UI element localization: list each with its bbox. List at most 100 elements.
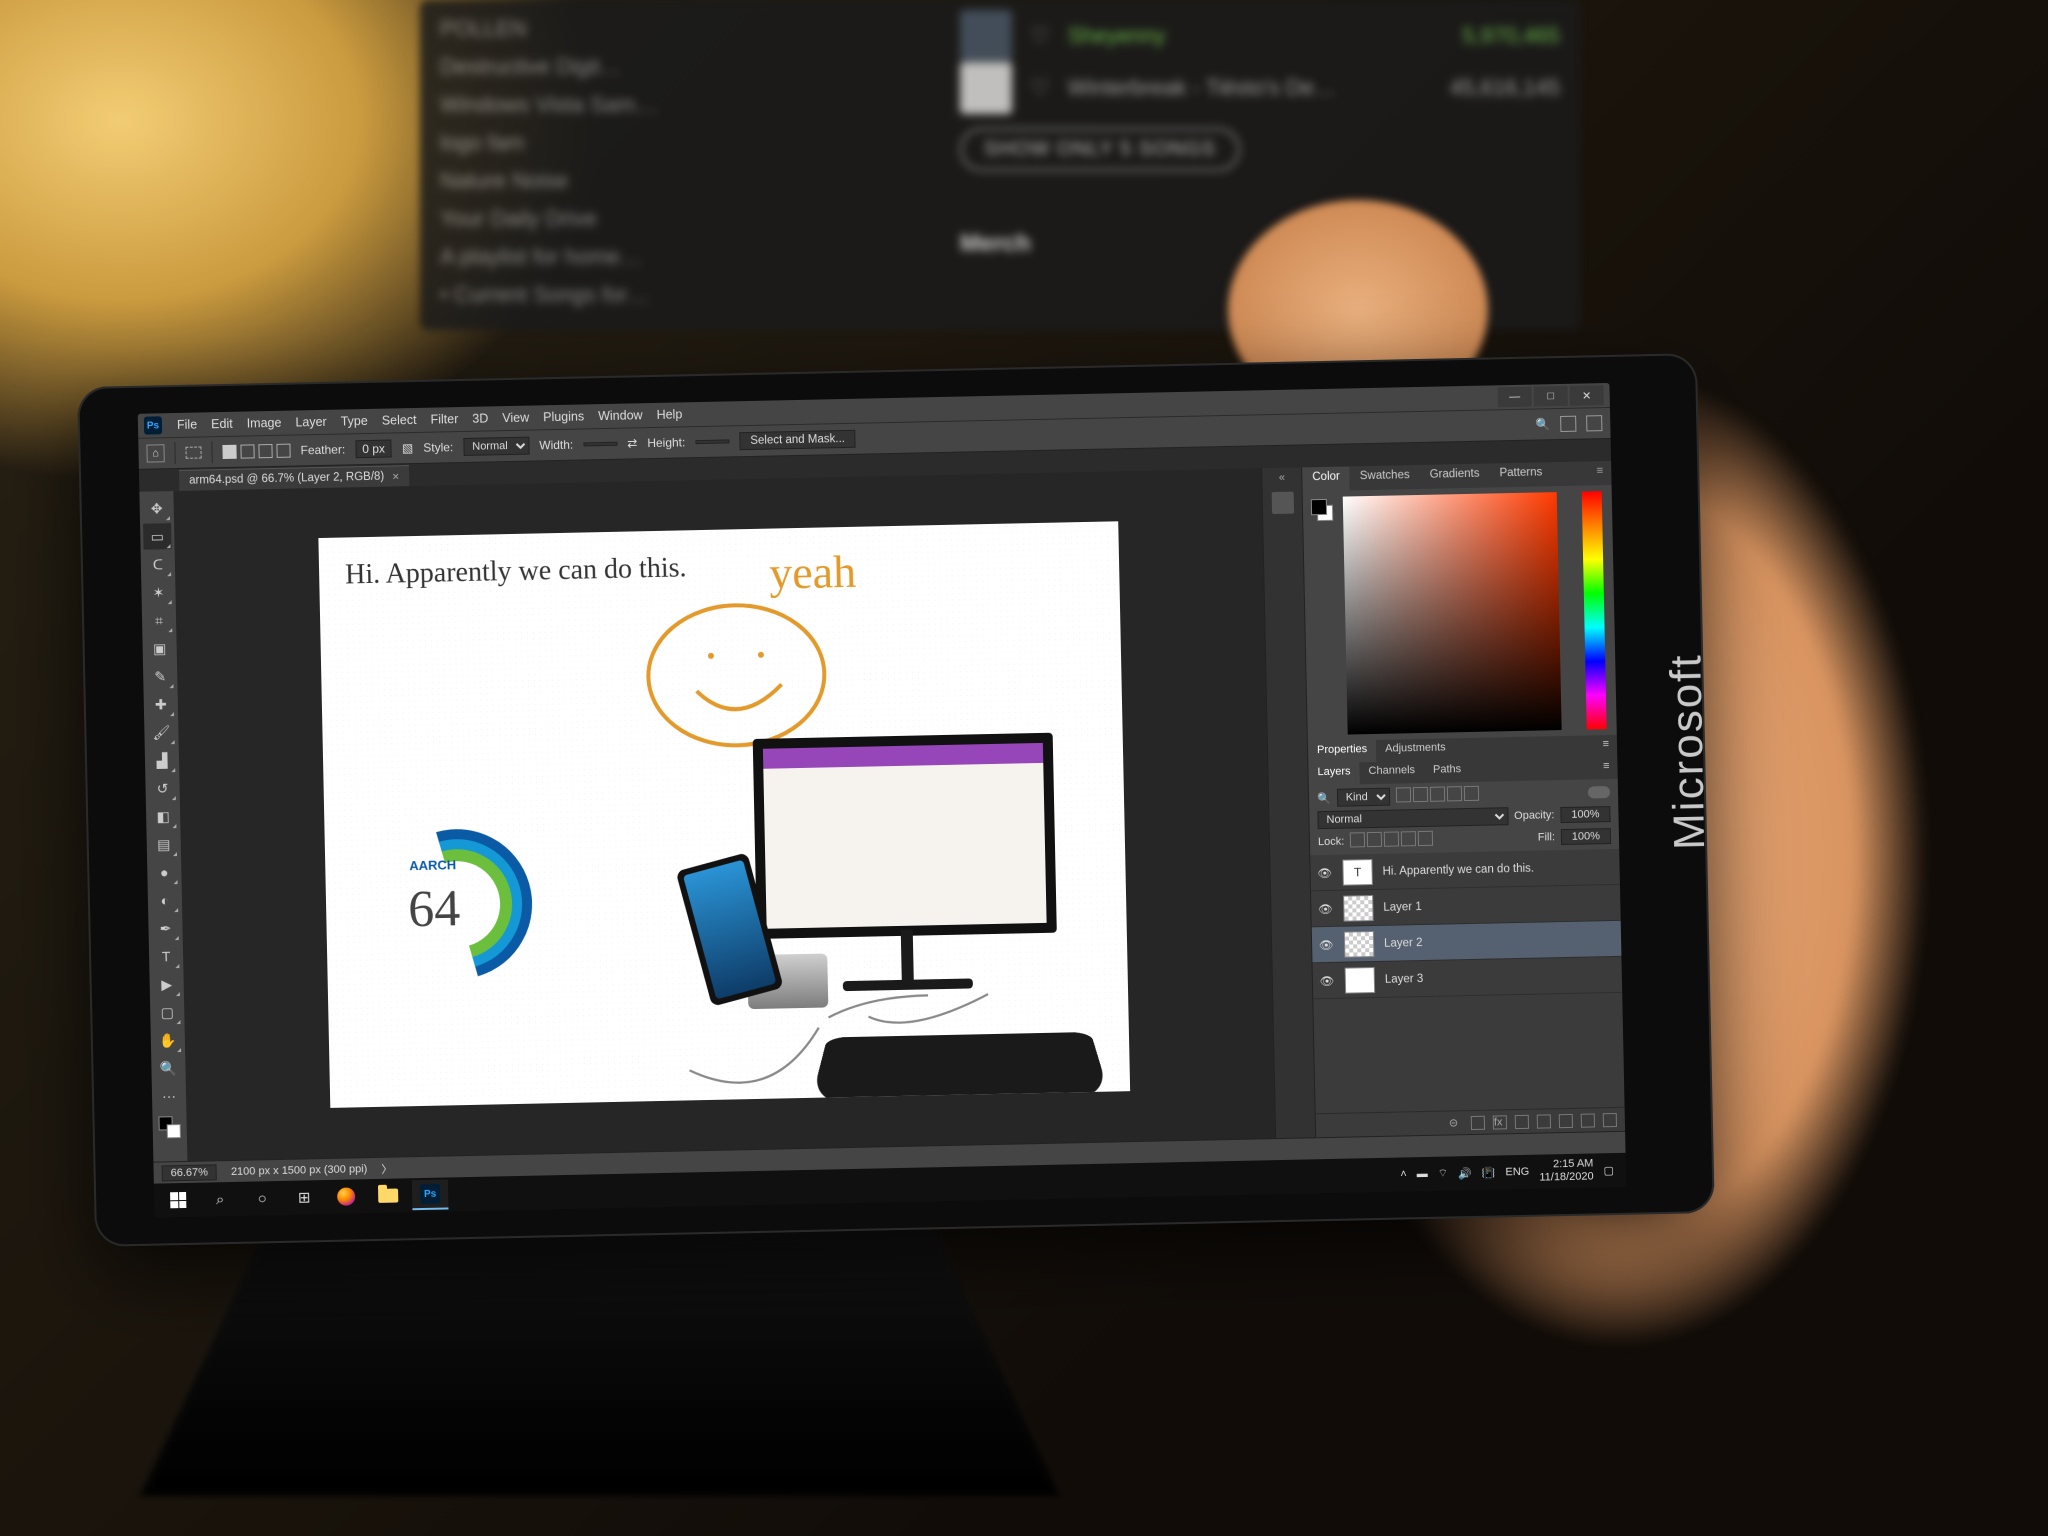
tab-paths[interactable]: Paths <box>1424 760 1471 783</box>
menu-filter[interactable]: Filter <box>423 412 465 427</box>
file-explorer-icon[interactable] <box>370 1180 407 1211</box>
document-canvas[interactable]: Hi. Apparently we can do this. yeah AARC… <box>318 521 1130 1108</box>
marquee-tool-indicator[interactable] <box>185 446 201 458</box>
opacity-input[interactable]: 100% <box>1560 806 1610 823</box>
fill-input[interactable]: 100% <box>1561 828 1611 845</box>
fg-bg-swatch[interactable] <box>155 1111 184 1144</box>
pen-tool[interactable]: ✒ <box>151 915 180 942</box>
tab-patterns[interactable]: Patterns <box>1489 462 1552 487</box>
home-icon[interactable]: ⌂ <box>146 444 164 462</box>
menu-edit[interactable]: Edit <box>204 417 240 432</box>
menu-image[interactable]: Image <box>240 416 289 431</box>
zoom-level[interactable]: 66.67% <box>161 1164 217 1181</box>
width-input[interactable] <box>583 442 617 447</box>
search-icon[interactable]: 🔍 <box>1535 417 1550 431</box>
tray-volume-icon[interactable]: 🔊 <box>1458 1167 1472 1180</box>
photoshop-taskbar-icon[interactable]: Ps <box>412 1179 449 1210</box>
blend-mode-select[interactable]: Normal <box>1317 807 1508 829</box>
layer-fx-icon[interactable]: fx <box>1493 1115 1507 1129</box>
task-view-icon[interactable]: ⊞ <box>286 1182 323 1213</box>
share-icon[interactable] <box>1586 415 1602 431</box>
layer-delete-icon[interactable] <box>1603 1112 1617 1126</box>
history-panel-icon[interactable] <box>1271 492 1293 514</box>
canvas-area[interactable]: Hi. Apparently we can do this. yeah AARC… <box>173 468 1275 1161</box>
tab-adjustments[interactable]: Adjustments <box>1376 738 1455 762</box>
tray-overflow-icon[interactable]: ˄ <box>1400 1168 1407 1180</box>
style-select[interactable]: Normal <box>463 437 529 456</box>
stamp-tool[interactable]: ▟ <box>148 747 177 774</box>
close-tab-icon[interactable]: × <box>392 469 399 483</box>
menu-select[interactable]: Select <box>375 413 424 428</box>
zoom-tool[interactable]: 🔍 <box>154 1055 183 1082</box>
marquee-tool[interactable]: ▭ <box>143 523 172 550</box>
height-input[interactable] <box>695 439 729 444</box>
layer-mask-icon[interactable] <box>1515 1114 1529 1128</box>
feather-input[interactable]: 0 px <box>355 439 392 458</box>
gradient-tool[interactable]: ▤ <box>149 831 178 858</box>
layer-visibility-icon[interactable]: 👁 <box>1318 937 1334 951</box>
shape-tool[interactable]: ▢ <box>153 999 182 1026</box>
status-arrow-icon[interactable]: 〉 <box>381 1160 392 1176</box>
antialias-icon[interactable]: ▧ <box>402 441 414 455</box>
expand-dock-icon[interactable]: « <box>1279 472 1285 484</box>
edit-toolbar[interactable]: ⋯ <box>155 1083 184 1110</box>
layer-adjust-icon[interactable] <box>1537 1114 1551 1128</box>
minimize-button[interactable]: — <box>1497 387 1531 408</box>
cortana-icon[interactable]: ○ <box>244 1183 281 1214</box>
history-brush-tool[interactable]: ↺ <box>148 775 177 802</box>
tab-channels[interactable]: Channels <box>1359 761 1424 784</box>
menu-type[interactable]: Type <box>334 414 375 429</box>
lasso-tool[interactable]: ᑕ <box>144 551 173 578</box>
menu-view[interactable]: View <box>495 410 536 425</box>
type-tool[interactable]: T <box>152 943 181 970</box>
layer-row[interactable]: 👁Layer 3 <box>1313 957 1623 999</box>
tray-language[interactable]: ENG <box>1505 1166 1529 1178</box>
layer-new-icon[interactable] <box>1581 1113 1595 1127</box>
tray-vibrate-icon[interactable]: 📳 <box>1482 1166 1496 1179</box>
action-center-icon[interactable]: ▢ <box>1603 1164 1614 1177</box>
eyedropper-tool[interactable]: ✎ <box>146 663 175 690</box>
move-tool[interactable]: ✥ <box>142 495 171 522</box>
menu-help[interactable]: Help <box>649 407 689 422</box>
layer-filter-select[interactable]: Kind <box>1337 788 1390 807</box>
layer-visibility-icon[interactable]: 👁 <box>1317 901 1333 915</box>
layers-panel-menu-icon[interactable]: ≡ <box>1595 757 1618 779</box>
tab-gradients[interactable]: Gradients <box>1419 464 1489 489</box>
layer-visibility-icon[interactable]: 👁 <box>1319 973 1335 987</box>
menu-3d[interactable]: 3D <box>465 411 495 426</box>
layer-group-icon[interactable] <box>1559 1113 1573 1127</box>
menu-plugins[interactable]: Plugins <box>536 409 591 424</box>
eraser-tool[interactable]: ◧ <box>149 803 178 830</box>
layer-filter-icons[interactable] <box>1396 786 1481 806</box>
taskbar-clock[interactable]: 2:15 AM11/18/2020 <box>1539 1157 1594 1184</box>
properties-panel-menu-icon[interactable]: ≡ <box>1594 735 1617 757</box>
menu-layer[interactable]: Layer <box>288 415 334 430</box>
lock-icons[interactable] <box>1350 831 1435 851</box>
tab-layers[interactable]: Layers <box>1308 762 1359 785</box>
brush-tool[interactable]: 🖌 <box>147 719 176 746</box>
healing-tool[interactable]: ✚ <box>147 691 176 718</box>
path-select-tool[interactable]: ▶ <box>152 971 181 998</box>
frame-tool[interactable]: ▣ <box>145 635 174 662</box>
layer-visibility-icon[interactable]: 👁 <box>1316 865 1332 879</box>
filter-toggle[interactable] <box>1588 786 1610 798</box>
selection-mode-icons[interactable] <box>222 444 290 459</box>
tray-wifi-icon[interactable]: ⌔ <box>1438 1167 1449 1181</box>
layer-link-icon[interactable] <box>1471 1115 1485 1129</box>
tab-color[interactable]: Color <box>1302 466 1350 491</box>
select-and-mask-button[interactable]: Select and Mask... <box>739 430 856 450</box>
blur-tool[interactable]: ● <box>150 859 179 886</box>
quick-select-tool[interactable]: ✶ <box>144 579 173 606</box>
hand-tool[interactable]: ✋ <box>154 1027 183 1054</box>
crop-tool[interactable]: ⌗ <box>145 607 174 634</box>
maximize-button[interactable]: □ <box>1533 386 1567 407</box>
close-button[interactable]: ✕ <box>1569 385 1603 406</box>
color-panel-menu-icon[interactable]: ≡ <box>1588 461 1611 485</box>
menu-window[interactable]: Window <box>591 408 650 423</box>
dodge-tool[interactable]: ◐ <box>151 887 180 914</box>
link-wh-icon[interactable]: ⇄ <box>627 436 637 450</box>
taskbar-search-icon[interactable]: ⌕ <box>202 1184 239 1215</box>
tab-swatches[interactable]: Swatches <box>1350 465 1420 490</box>
firefox-icon[interactable] <box>328 1181 365 1212</box>
start-button[interactable] <box>160 1185 197 1216</box>
